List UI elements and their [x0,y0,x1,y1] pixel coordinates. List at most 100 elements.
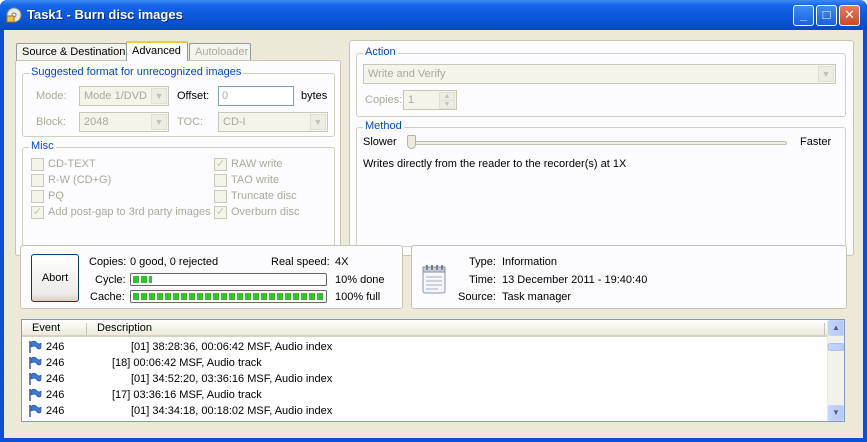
info-time-value: 13 December 2011 - 19:40:40 [502,274,648,286]
column-event[interactable]: Event [32,322,60,334]
event-description: [17] 03:36:16 MSF, Audio track [112,389,262,401]
faster-label: Faster [800,136,832,148]
misc-group: Misc CD-TEXT R-W (CD+G) PQ ✓ Add post-ga… [22,140,335,251]
offset-unit: bytes [301,90,328,102]
speed-slider-track[interactable] [407,141,787,145]
maximize-button[interactable]: □ [816,5,837,26]
chevron-down-icon: ▼ [310,114,326,130]
event-description: [18] 00:06:42 MSF, Audio track [112,357,262,369]
cycle-label: Cycle: [95,274,126,286]
block-label: Block: [36,116,66,128]
event-log-list[interactable]: Event Description 246 [01] 38:28:36, 00:0… [21,319,845,422]
raw-write-checkbox[interactable]: ✓ [214,158,227,171]
truncate-disc-checkbox[interactable] [214,190,227,203]
mode-value: Mode 1/DVD [84,90,147,102]
method-group-label: Method [363,120,404,132]
post-gap-checkbox[interactable]: ✓ [31,206,44,219]
overburn-disc-checkbox[interactable]: ✓ [214,206,227,219]
block-value: 2048 [84,116,109,128]
block-combo[interactable]: 2048 ▼ [79,112,169,132]
event-description: [01] 38:28:36, 00:06:42 MSF, Audio index [131,341,333,353]
action-group-label: Action [363,46,398,58]
format-group-label: Suggested format for unrecognized images [29,66,244,78]
overburn-disc-label: Overburn disc [231,206,300,218]
slower-label: Slower [363,136,397,148]
chevron-down-icon: ▼ [818,66,834,82]
close-button[interactable]: ✕ [839,5,860,26]
flag-icon [29,340,42,353]
scrollbar-thumb[interactable] [828,343,844,351]
table-row[interactable]: 246 [17] 03:36:16 MSF, Audio track [22,387,828,403]
chevron-down-icon: ▼ [151,114,167,130]
action-combo[interactable]: Write and Verify ▼ [363,64,836,84]
toc-value: CD-I [223,116,246,128]
action-group: Action Write and Verify ▼ Copies: 1 ▲ ▼ [356,46,846,117]
cache-text: 100% full [335,291,381,303]
pq-label: PQ [48,190,64,202]
mode-combo[interactable]: Mode 1/DVD ▼ [79,86,169,106]
rw-cdg-checkbox[interactable] [31,174,44,187]
toc-combo[interactable]: CD-I ▼ [218,112,328,132]
tao-write-checkbox[interactable] [214,174,227,187]
app-icon [6,7,22,23]
column-separator[interactable] [86,323,87,335]
title-bar[interactable]: Task1 - Burn disc images _ □ ✕ [0,0,867,30]
advanced-tab-panel: Suggested format for unrecognized images… [15,60,341,256]
chevron-down-icon[interactable]: ▼ [439,100,455,109]
window-title: Task1 - Burn disc images [27,7,183,22]
table-row[interactable]: 246 [01] 34:52:20, 03:36:16 MSF, Audio in… [22,371,828,387]
post-gap-label: Add post-gap to 3rd party images [48,206,211,218]
status-panel: Abort Copies: 0 good, 0 rejected Real sp… [20,245,403,309]
status-copies-value: 0 good, 0 rejected [130,256,219,268]
offset-input[interactable]: 0 [218,86,294,106]
copies-value: 1 [408,94,415,106]
event-code: 246 [46,357,65,369]
tao-write-label: TAO write [231,174,280,186]
method-description: Writes directly from the reader to the r… [363,158,627,170]
event-description: [01] 34:34:18, 00:18:02 MSF, Audio index [131,405,333,417]
cycle-text: 10% done [335,274,385,286]
speed-slider-thumb[interactable] [407,135,416,149]
cache-progress-fill [133,293,324,300]
status-copies-label: Copies: [89,256,127,268]
info-source-value: Task manager [502,291,572,303]
event-code: 246 [46,341,65,353]
tab-source-destination[interactable]: Source & Destination [16,43,127,61]
action-method-panel: Action Write and Verify ▼ Copies: 1 ▲ ▼ … [349,40,854,256]
tab-autoloader[interactable]: Autoloader [189,43,251,61]
raw-write-label: RAW write [231,158,283,170]
table-row[interactable]: 246 [01] 38:28:36, 00:06:42 MSF, Audio in… [22,339,828,355]
scroll-up-icon[interactable]: ▲ [828,320,844,336]
pq-checkbox[interactable] [31,190,44,203]
event-code: 246 [46,405,65,417]
cache-label: Cache: [90,291,125,303]
info-type-label: Type: [469,256,496,268]
info-time-label: Time: [469,274,497,286]
truncate-disc-label: Truncate disc [231,190,297,202]
chevron-down-icon: ▼ [151,88,167,104]
misc-group-label: Misc [29,140,56,152]
abort-button[interactable]: Abort [31,254,79,302]
app-window: Task1 - Burn disc images _ □ ✕ Source & … [0,0,867,442]
table-row[interactable]: 246 [18] 00:06:42 MSF, Audio track [22,355,828,371]
flag-icon [29,372,42,385]
tab-advanced[interactable]: Advanced [126,41,188,61]
notepad-icon [422,265,446,294]
real-speed-label: Real speed: [271,256,330,268]
format-group: Suggested format for unrecognized images… [22,66,335,137]
flag-icon [29,356,42,369]
column-description[interactable]: Description [97,322,152,334]
event-code: 246 [46,389,65,401]
mode-label: Mode: [36,90,67,102]
copies-stepper[interactable]: 1 ▲ ▼ [403,90,457,110]
cycle-progress-fill [133,276,153,283]
toc-label: TOC: [177,116,204,128]
minimize-button[interactable]: _ [793,5,814,26]
table-row[interactable]: 246 [01] 34:34:18, 00:18:02 MSF, Audio in… [22,403,828,419]
scroll-down-icon[interactable]: ▼ [828,405,844,421]
client-area: Source & Destination Advanced Autoloader… [4,30,863,438]
cd-text-checkbox[interactable] [31,158,44,171]
column-separator[interactable] [824,323,825,335]
method-group: Method Slower Faster Writes directly fro… [356,120,846,247]
vertical-scrollbar[interactable]: ▲ ▼ [827,320,844,421]
